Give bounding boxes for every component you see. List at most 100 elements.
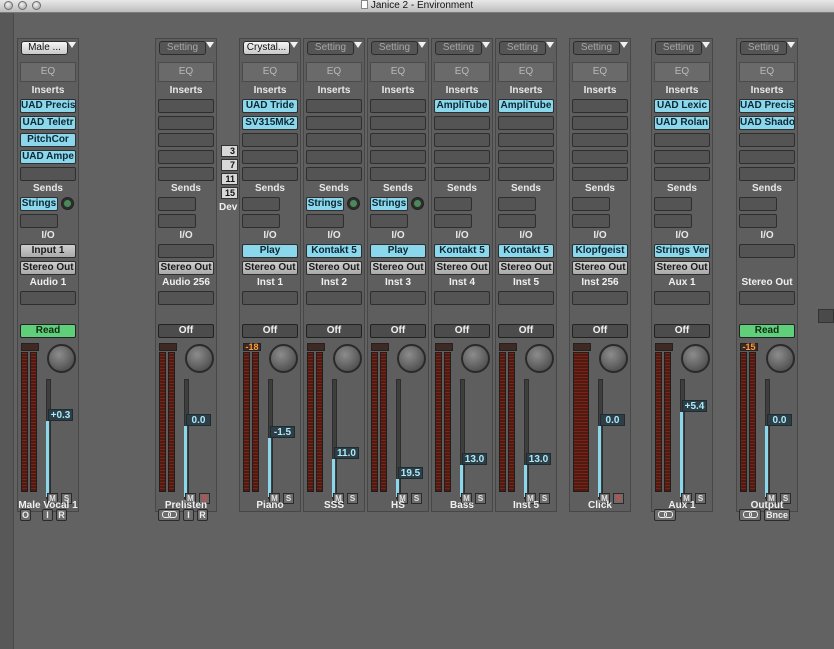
- insert-slot-empty[interactable]: [242, 133, 298, 147]
- input-slot[interactable]: Kontakt 5: [498, 244, 554, 258]
- channel-setting-button[interactable]: Male ...: [21, 41, 68, 55]
- expand-triangle-icon[interactable]: [68, 42, 76, 48]
- dev-port-box[interactable]: 3: [221, 145, 238, 157]
- group-slot[interactable]: [739, 291, 795, 305]
- channel-name-label[interactable]: Output: [736, 500, 798, 511]
- eq-display[interactable]: EQ: [158, 62, 214, 82]
- send-slot-bus[interactable]: Strings: [306, 197, 344, 211]
- dev-port-box[interactable]: 15: [221, 187, 238, 199]
- group-slot[interactable]: [306, 291, 362, 305]
- insert-slot-empty[interactable]: [242, 167, 298, 181]
- channel-setting-button[interactable]: Setting: [307, 41, 354, 55]
- automation-mode-button[interactable]: Read: [739, 324, 795, 338]
- insert-slot-empty[interactable]: [158, 116, 214, 130]
- send-level-knob[interactable]: [61, 197, 74, 210]
- output-slot[interactable]: Stereo Out: [370, 261, 426, 275]
- eq-display[interactable]: EQ: [572, 62, 628, 82]
- output-slot[interactable]: Stereo Out: [434, 261, 490, 275]
- input-slot[interactable]: Strings Ver: [654, 244, 710, 258]
- send-slot-empty[interactable]: [158, 214, 196, 228]
- insert-slot-empty[interactable]: [434, 167, 490, 181]
- send-slot-empty[interactable]: [739, 214, 777, 228]
- group-slot[interactable]: [434, 291, 490, 305]
- pan-knob[interactable]: [525, 344, 554, 373]
- insert-slot-plugin[interactable]: PitchCor: [20, 133, 76, 147]
- group-slot[interactable]: [498, 291, 554, 305]
- pan-knob[interactable]: [333, 344, 362, 373]
- output-slot[interactable]: Stereo Out: [242, 261, 298, 275]
- insert-slot-empty[interactable]: [434, 133, 490, 147]
- volume-fader-value[interactable]: 11.0: [334, 447, 359, 459]
- output-slot[interactable]: Stereo Out: [572, 261, 628, 275]
- send-slot-empty[interactable]: [572, 214, 610, 228]
- eq-display[interactable]: EQ: [739, 62, 795, 82]
- insert-slot-empty[interactable]: [158, 133, 214, 147]
- channel-setting-button[interactable]: Setting: [159, 41, 206, 55]
- output-slot[interactable]: Stereo Out: [20, 261, 76, 275]
- expand-triangle-icon[interactable]: [206, 42, 214, 48]
- channel-setting-button[interactable]: Crystal...: [243, 41, 290, 55]
- pan-knob[interactable]: [461, 344, 490, 373]
- channel-setting-button[interactable]: Setting: [573, 41, 620, 55]
- pan-knob[interactable]: [681, 344, 710, 373]
- channel-name-label[interactable]: Aux 1: [651, 500, 713, 511]
- send-slot-empty[interactable]: [654, 214, 692, 228]
- insert-slot-empty[interactable]: [739, 133, 795, 147]
- automation-mode-button[interactable]: Read: [20, 324, 76, 338]
- insert-slot-empty[interactable]: [370, 116, 426, 130]
- channel-name-label[interactable]: Prelisten: [155, 500, 217, 511]
- expand-triangle-icon[interactable]: [546, 42, 554, 48]
- expand-triangle-icon[interactable]: [482, 42, 490, 48]
- send-slot-empty[interactable]: [434, 197, 472, 211]
- output-slot[interactable]: Stereo Out: [158, 261, 214, 275]
- volume-fader-value[interactable]: +5.4: [682, 400, 707, 412]
- channel-name-label[interactable]: Bass: [431, 500, 493, 511]
- insert-slot-empty[interactable]: [654, 150, 710, 164]
- send-slot-empty[interactable]: [158, 197, 196, 211]
- automation-mode-button[interactable]: Off: [370, 324, 426, 338]
- channel-name-label[interactable]: HS: [367, 500, 429, 511]
- insert-slot-empty[interactable]: [306, 99, 362, 113]
- expand-triangle-icon[interactable]: [418, 42, 426, 48]
- channel-name-label[interactable]: SSS: [303, 500, 365, 511]
- expand-triangle-icon[interactable]: [354, 42, 362, 48]
- output-slot[interactable]: Stereo Out: [498, 261, 554, 275]
- dev-port-box[interactable]: 11: [221, 173, 238, 185]
- insert-slot-plugin[interactable]: SV315Mk2: [242, 116, 298, 130]
- expand-triangle-icon[interactable]: [620, 42, 628, 48]
- insert-slot-empty[interactable]: [572, 99, 628, 113]
- insert-slot-empty[interactable]: [739, 150, 795, 164]
- expand-triangle-icon[interactable]: [290, 42, 298, 48]
- eq-display[interactable]: EQ: [306, 62, 362, 82]
- channel-name-label[interactable]: Piano: [239, 500, 301, 511]
- insert-slot-empty[interactable]: [370, 133, 426, 147]
- channel-setting-button[interactable]: Setting: [371, 41, 418, 55]
- automation-mode-button[interactable]: Off: [158, 324, 214, 338]
- insert-slot-empty[interactable]: [498, 133, 554, 147]
- insert-slot-empty[interactable]: [242, 150, 298, 164]
- send-slot-empty[interactable]: [306, 214, 344, 228]
- volume-fader-value[interactable]: 13.0: [462, 453, 487, 465]
- pan-knob[interactable]: [185, 344, 214, 373]
- send-slot-empty[interactable]: [242, 214, 280, 228]
- insert-slot-empty[interactable]: [370, 167, 426, 181]
- pan-knob[interactable]: [397, 344, 426, 373]
- automation-mode-button[interactable]: Off: [498, 324, 554, 338]
- group-slot[interactable]: [158, 291, 214, 305]
- insert-slot-plugin[interactable]: UAD Teletr: [20, 116, 76, 130]
- volume-fader-value[interactable]: 19.5: [398, 467, 423, 479]
- insert-slot-empty[interactable]: [739, 167, 795, 181]
- insert-slot-empty[interactable]: [306, 116, 362, 130]
- insert-slot-empty[interactable]: [498, 167, 554, 181]
- group-slot[interactable]: [242, 291, 298, 305]
- volume-fader-value[interactable]: +0.3: [48, 409, 73, 421]
- insert-slot-empty[interactable]: [434, 150, 490, 164]
- insert-slot-plugin[interactable]: UAD Ampe: [20, 150, 76, 164]
- send-slot-bus[interactable]: Strings: [20, 197, 58, 211]
- send-level-knob[interactable]: [411, 197, 424, 210]
- insert-slot-empty[interactable]: [306, 133, 362, 147]
- insert-slot-empty[interactable]: [572, 133, 628, 147]
- send-slot-empty[interactable]: [498, 197, 536, 211]
- eq-display[interactable]: EQ: [242, 62, 298, 82]
- volume-fader-value[interactable]: 13.0: [526, 453, 551, 465]
